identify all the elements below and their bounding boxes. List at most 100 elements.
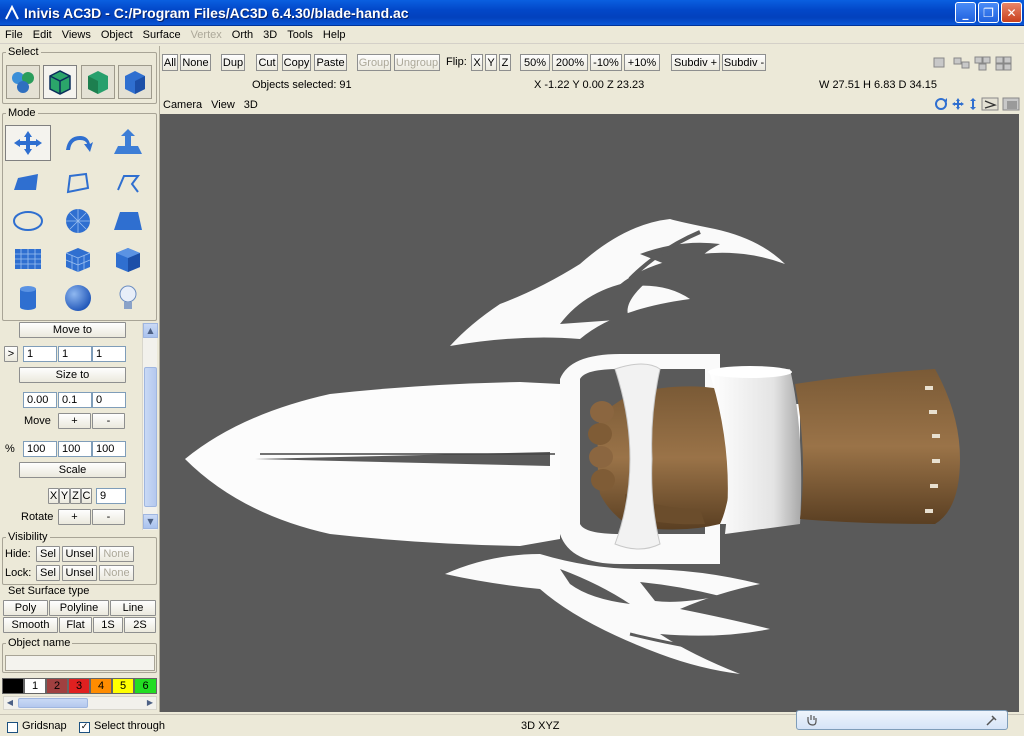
scroll-down-button[interactable]: ▼ bbox=[143, 514, 158, 529]
cut-button[interactable]: Cut bbox=[256, 54, 278, 71]
surface-1s-button[interactable]: 1S bbox=[93, 617, 123, 633]
move-to-y-field[interactable]: 1 bbox=[58, 346, 92, 362]
camera-view-icon[interactable] bbox=[981, 97, 999, 111]
move-minus-button[interactable]: - bbox=[92, 413, 125, 429]
pin-icon[interactable] bbox=[985, 713, 999, 727]
hide-none-button[interactable]: None bbox=[99, 546, 134, 562]
draw-line-button[interactable] bbox=[105, 165, 151, 201]
palette-swatch-6[interactable]: 6 bbox=[134, 678, 157, 694]
draw-ellipse-button[interactable] bbox=[5, 203, 51, 239]
draw-disk-button[interactable] bbox=[55, 203, 101, 239]
mode-extrude-button[interactable] bbox=[105, 125, 151, 161]
group-button[interactable]: Group bbox=[357, 54, 391, 71]
rotate-plus-button[interactable]: + bbox=[58, 509, 91, 525]
close-button[interactable]: ✕ bbox=[1001, 2, 1022, 23]
flip-y-button[interactable]: Y bbox=[485, 54, 497, 71]
draw-cylinder-button[interactable] bbox=[5, 280, 51, 316]
lock-none-button[interactable]: None bbox=[99, 565, 134, 581]
zoom-50-button[interactable]: 50% bbox=[520, 54, 550, 71]
lock-unsel-button[interactable]: Unsel bbox=[62, 565, 97, 581]
move-to-x-field[interactable]: 1 bbox=[23, 346, 57, 362]
menu-3d[interactable]: 3D bbox=[258, 29, 282, 41]
surface-line-button[interactable]: Line bbox=[110, 600, 156, 616]
subdiv-plus-button[interactable]: Subdiv + bbox=[671, 54, 720, 71]
draw-box-button[interactable] bbox=[105, 241, 151, 277]
size-x-field[interactable]: 0.00 bbox=[23, 392, 57, 408]
palette-swatch-1[interactable]: 1 bbox=[24, 678, 46, 694]
flip-x-button[interactable]: X bbox=[471, 54, 483, 71]
select-surface-button[interactable] bbox=[81, 65, 115, 99]
palette-swatch-3[interactable]: 3 bbox=[68, 678, 90, 694]
select-through-checkbox[interactable]: ✓ bbox=[79, 722, 90, 733]
object-name-field[interactable] bbox=[5, 655, 155, 671]
axis-c-toggle[interactable]: C bbox=[81, 488, 92, 504]
axis-x-toggle[interactable]: X bbox=[48, 488, 59, 504]
menu-vertex[interactable]: Vertex bbox=[186, 29, 227, 41]
select-none-button[interactable]: None bbox=[180, 54, 211, 71]
language-bar[interactable] bbox=[796, 710, 1008, 730]
axis-y-toggle[interactable]: Y bbox=[59, 488, 70, 504]
panel-vertical-scrollbar[interactable]: ▲ ▼ bbox=[142, 323, 158, 530]
rotate-minus-button[interactable]: - bbox=[92, 509, 125, 525]
menu-file[interactable]: File bbox=[0, 29, 28, 41]
axis-z-toggle[interactable]: Z bbox=[70, 488, 81, 504]
menu-views[interactable]: Views bbox=[57, 29, 96, 41]
hide-unsel-button[interactable]: Unsel bbox=[62, 546, 97, 562]
menu-orth[interactable]: Orth bbox=[227, 29, 258, 41]
surface-2s-button[interactable]: 2S bbox=[124, 617, 156, 633]
palette-swatch-4[interactable]: 4 bbox=[90, 678, 112, 694]
duplicate-button[interactable]: Dup bbox=[221, 54, 245, 71]
surface-poly-button[interactable]: Poly bbox=[3, 600, 48, 616]
layout-four-icon[interactable] bbox=[995, 55, 1013, 71]
menu-tools[interactable]: Tools bbox=[282, 29, 318, 41]
minimize-button[interactable]: _ bbox=[955, 2, 976, 23]
draw-polygon-button[interactable] bbox=[5, 165, 51, 201]
scroll-left-button[interactable]: ◀ bbox=[4, 697, 16, 709]
draw-mesh-box-button[interactable] bbox=[55, 241, 101, 277]
viewport-camera-menu[interactable]: Camera bbox=[163, 99, 202, 111]
move-plus-button[interactable]: + bbox=[58, 413, 91, 429]
scroll-thumb[interactable] bbox=[144, 367, 157, 507]
apply-arrow-button[interactable]: > bbox=[4, 346, 18, 362]
orbit-rotate-icon[interactable] bbox=[934, 97, 948, 111]
zoom-plus-10-button[interactable]: +10% bbox=[624, 54, 660, 71]
menu-object[interactable]: Object bbox=[96, 29, 138, 41]
layout-two-icon[interactable] bbox=[953, 55, 971, 71]
scroll-right-button[interactable]: ▶ bbox=[144, 697, 156, 709]
add-light-button[interactable] bbox=[105, 280, 151, 316]
layout-three-icon[interactable] bbox=[974, 55, 992, 71]
surface-flat-button[interactable]: Flat bbox=[59, 617, 92, 633]
scale-button[interactable]: Scale bbox=[19, 462, 126, 478]
ungroup-button[interactable]: Ungroup bbox=[394, 54, 440, 71]
palette-scroll-thumb[interactable] bbox=[18, 698, 88, 708]
draw-polyline-button[interactable] bbox=[55, 165, 101, 201]
paste-button[interactable]: Paste bbox=[314, 54, 347, 71]
select-all-button[interactable]: All bbox=[162, 54, 178, 71]
pan-arrows-icon[interactable] bbox=[951, 97, 965, 111]
maximize-button[interactable]: ❐ bbox=[978, 2, 999, 23]
surface-polyline-button[interactable]: Polyline bbox=[49, 600, 109, 616]
size-y-field[interactable]: 0.1 bbox=[58, 392, 92, 408]
rotate-angle-field[interactable]: 9 bbox=[96, 488, 126, 504]
select-group-button[interactable] bbox=[6, 65, 40, 99]
surface-smooth-button[interactable]: Smooth bbox=[3, 617, 58, 633]
palette-swatch-2[interactable]: 2 bbox=[46, 678, 68, 694]
move-to-z-field[interactable]: 1 bbox=[92, 346, 126, 362]
scale-z-field[interactable]: 100 bbox=[92, 441, 126, 457]
flip-z-button[interactable]: Z bbox=[499, 54, 511, 71]
hide-sel-button[interactable]: Sel bbox=[36, 546, 60, 562]
mode-move-button[interactable] bbox=[5, 125, 51, 161]
palette-horizontal-scrollbar[interactable]: ◀ ▶ bbox=[3, 696, 157, 710]
select-vertex-button[interactable] bbox=[118, 65, 152, 99]
menu-help[interactable]: Help bbox=[318, 29, 351, 41]
scale-y-field[interactable]: 100 bbox=[58, 441, 92, 457]
subdiv-minus-button[interactable]: Subdiv - bbox=[722, 54, 766, 71]
lock-sel-button[interactable]: Sel bbox=[36, 565, 60, 581]
viewport-3d-menu[interactable]: 3D bbox=[244, 99, 258, 111]
mode-rotate-button[interactable] bbox=[55, 125, 101, 161]
copy-button[interactable]: Copy bbox=[282, 54, 311, 71]
viewport-view-menu[interactable]: View bbox=[211, 99, 235, 111]
menu-edit[interactable]: Edit bbox=[28, 29, 57, 41]
zoom-200-button[interactable]: 200% bbox=[552, 54, 588, 71]
palette-swatch-black[interactable] bbox=[2, 678, 24, 694]
